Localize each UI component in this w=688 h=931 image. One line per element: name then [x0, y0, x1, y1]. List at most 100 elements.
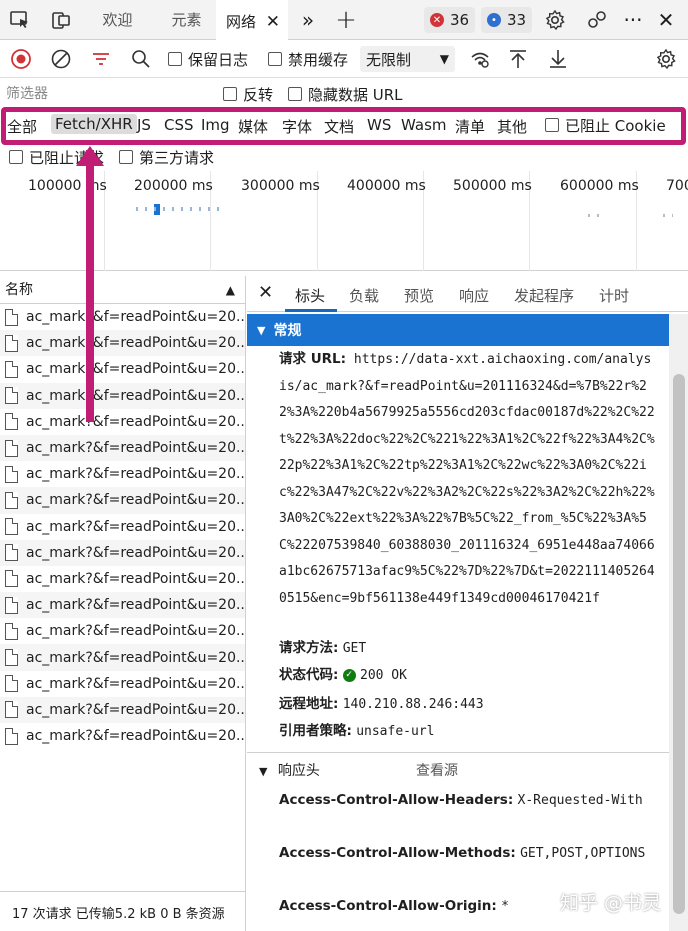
checkbox[interactable] [288, 87, 302, 101]
preserve-log-label: 保留日志 [188, 50, 249, 69]
request-row[interactable]: ac_mark?&f=readPoint&u=20... [0, 409, 245, 435]
more-tabs-icon[interactable]: » [296, 8, 320, 32]
document-icon [5, 413, 18, 431]
header-value: * [501, 899, 509, 914]
inspect-element-icon[interactable] [8, 8, 32, 32]
referrer-policy-label: 引用者策略: [279, 723, 352, 739]
request-row[interactable]: ac_mark?&f=readPoint&u=20... [0, 461, 245, 487]
request-row[interactable]: ac_mark?&f=readPoint&u=20... [0, 434, 245, 462]
network-status-bar: 17 次请求 已传输5.2 kB 0 B 条资源 [0, 891, 246, 931]
annotation-highlight-box [1, 107, 686, 145]
checkbox[interactable] [119, 150, 133, 164]
request-method-value: GET [342, 641, 367, 656]
expand-triangle-icon: ▼ [257, 323, 266, 337]
filter-icon[interactable] [89, 47, 113, 71]
request-url-label: 请求 URL: [279, 351, 347, 367]
checkbox[interactable] [223, 87, 237, 101]
hide-data-url-checkbox[interactable]: 隐藏数据 URL [288, 83, 403, 105]
clear-icon[interactable] [49, 47, 73, 71]
tab-network[interactable]: 网络 ✕ [216, 0, 288, 40]
tab-timing[interactable]: 计时 [599, 285, 629, 306]
scrollbar-thumb[interactable] [673, 374, 685, 914]
close-detail-icon[interactable]: ✕ [258, 282, 273, 303]
tab-initiator[interactable]: 发起程序 [514, 285, 574, 306]
third-party-label: 第三方请求 [139, 148, 215, 167]
record-icon[interactable] [9, 47, 33, 71]
devtools-tab-bar: 欢迎 元素 网络 ✕ » + ✕ 36 • 33 ··· ✕ [0, 0, 688, 40]
settings-gear-icon[interactable] [543, 8, 567, 32]
network-conditions-icon[interactable] [468, 47, 492, 71]
response-headers-title: 响应头 [277, 763, 320, 779]
remote-address-row: 远程地址: 140.210.88.246:443 [279, 691, 484, 719]
tab-payload[interactable]: 负载 [349, 285, 379, 306]
request-url-value: https://data-xxt.aichaoxing.com/analysis… [279, 352, 655, 606]
checkbox[interactable] [168, 52, 182, 66]
timeline-tick-label: 400000 ms [347, 178, 426, 194]
document-icon [5, 649, 18, 667]
header-value: X-Requested-With [517, 793, 643, 808]
dropdown-arrow-icon: ▼ [439, 52, 449, 66]
request-row[interactable]: ac_mark?&f=readPoint&u=20... [0, 723, 245, 749]
name-column-header[interactable]: 名称 ▲ [0, 276, 245, 304]
timeline-request-marks [663, 214, 673, 217]
request-row[interactable]: ac_mark?&f=readPoint&u=20... [0, 514, 245, 540]
annotation-arrow [86, 150, 94, 422]
request-row[interactable]: ac_mark?&f=readPoint&u=20... [0, 671, 245, 697]
timeline-overview[interactable]: 100000 ms 200000 ms 300000 ms 400000 ms … [0, 171, 688, 271]
tab-welcome[interactable]: 欢迎 [90, 0, 145, 40]
request-row[interactable]: ac_mark?&f=readPoint&u=20... [0, 618, 245, 644]
request-row[interactable]: ac_mark?&f=readPoint&u=20... [0, 330, 245, 357]
timeline-tick-label: 600000 ms [560, 178, 639, 194]
throttling-value: 无限制 [366, 50, 412, 69]
close-tab-icon[interactable]: ✕ [266, 2, 280, 42]
network-settings-icon[interactable] [654, 47, 678, 71]
name-column-label: 名称 [5, 282, 33, 298]
request-name: ac_mark?&f=readPoint&u=20... [26, 570, 245, 587]
timeline-tick-label: 100000 ms [28, 178, 107, 194]
request-row[interactable]: ac_mark?&f=readPoint&u=20... [0, 696, 245, 723]
device-emulation-icon[interactable] [49, 8, 73, 32]
response-headers-section-header[interactable]: ▼ 响应头 [259, 760, 320, 780]
tab-response[interactable]: 响应 [459, 285, 489, 306]
disable-cache-label: 禁用缓存 [288, 50, 349, 69]
import-har-icon[interactable] [506, 47, 530, 71]
request-row[interactable]: ac_mark?&f=readPoint&u=20... [0, 382, 245, 409]
request-row[interactable]: ac_mark?&f=readPoint&u=20... [0, 566, 245, 592]
error-count-badge[interactable]: ✕ 36 [424, 7, 476, 33]
request-name: ac_mark?&f=readPoint&u=20... [26, 701, 245, 718]
invert-checkbox[interactable]: 反转 [223, 83, 273, 105]
search-icon[interactable] [129, 47, 153, 71]
document-icon [5, 360, 18, 378]
more-options-icon[interactable]: ··· [621, 8, 645, 32]
message-count-badge[interactable]: • 33 [481, 7, 533, 33]
checkbox[interactable] [268, 52, 282, 66]
request-row[interactable]: ac_mark?&f=readPoint&u=20... [0, 592, 245, 619]
third-party-checkbox[interactable]: 第三方请求 [119, 146, 214, 168]
general-section-header[interactable]: ▼ 常规 [247, 314, 669, 346]
request-row[interactable]: ac_mark?&f=readPoint&u=20... [0, 487, 245, 514]
filter-input[interactable]: 筛选器 [6, 83, 206, 105]
document-icon [5, 701, 18, 719]
request-row[interactable]: ac_mark?&f=readPoint&u=20... [0, 644, 245, 671]
request-row[interactable]: ac_mark?&f=readPoint&u=20... [0, 356, 245, 382]
tab-elements[interactable]: 元素 [158, 0, 215, 40]
preserve-log-checkbox[interactable]: 保留日志 [168, 47, 248, 71]
request-row[interactable]: ac_mark?&f=readPoint&u=20... [0, 304, 245, 330]
tab-headers[interactable]: 标头 [295, 285, 325, 306]
request-row[interactable]: ac_mark?&f=readPoint&u=20... [0, 539, 245, 566]
checkbox[interactable] [9, 150, 23, 164]
throttling-select[interactable]: 无限制 ▼ [360, 46, 455, 72]
watermark: 知乎 @书灵 [560, 892, 662, 914]
export-har-icon[interactable] [546, 47, 570, 71]
detail-scrollbar[interactable] [669, 314, 688, 931]
close-devtools-icon[interactable]: ✕ [654, 8, 678, 32]
tab-preview[interactable]: 预览 [404, 285, 434, 306]
disable-cache-checkbox[interactable]: 禁用缓存 [268, 47, 348, 71]
view-source-link[interactable]: 查看源 [416, 760, 458, 780]
message-icon: • [487, 13, 501, 27]
timeline-request-marks [588, 214, 602, 217]
general-section-title: 常规 [273, 323, 302, 339]
error-icon: ✕ [430, 13, 444, 27]
feedback-icon[interactable] [585, 8, 609, 32]
add-tab-icon[interactable]: + [334, 5, 358, 35]
